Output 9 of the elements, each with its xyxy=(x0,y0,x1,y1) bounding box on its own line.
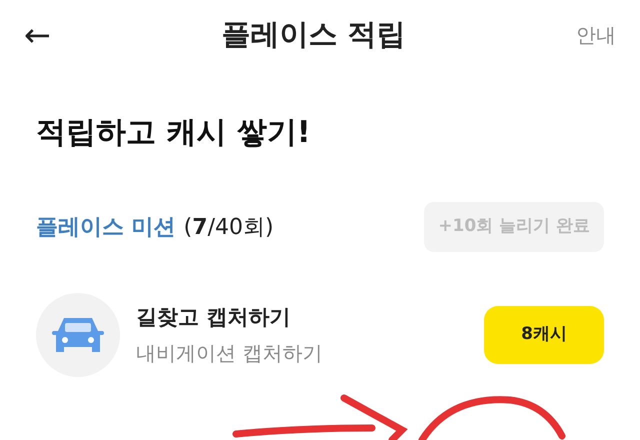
task-title: 길찾고 캡처하기 xyxy=(136,304,292,332)
page-title: 플레이스 적립 xyxy=(221,16,406,54)
back-button[interactable]: ← xyxy=(24,19,51,51)
reward-button[interactable]: 8캐시 xyxy=(484,306,604,364)
task-subtitle: 내비게이션 캡처하기 xyxy=(136,340,324,367)
mission-title: 플레이스 미션 xyxy=(36,214,176,242)
help-link[interactable]: 안내 xyxy=(576,20,616,50)
mission-count: (7/40회) xyxy=(184,214,274,242)
headline: 적립하고 캐시 쌓기! xyxy=(36,114,312,152)
